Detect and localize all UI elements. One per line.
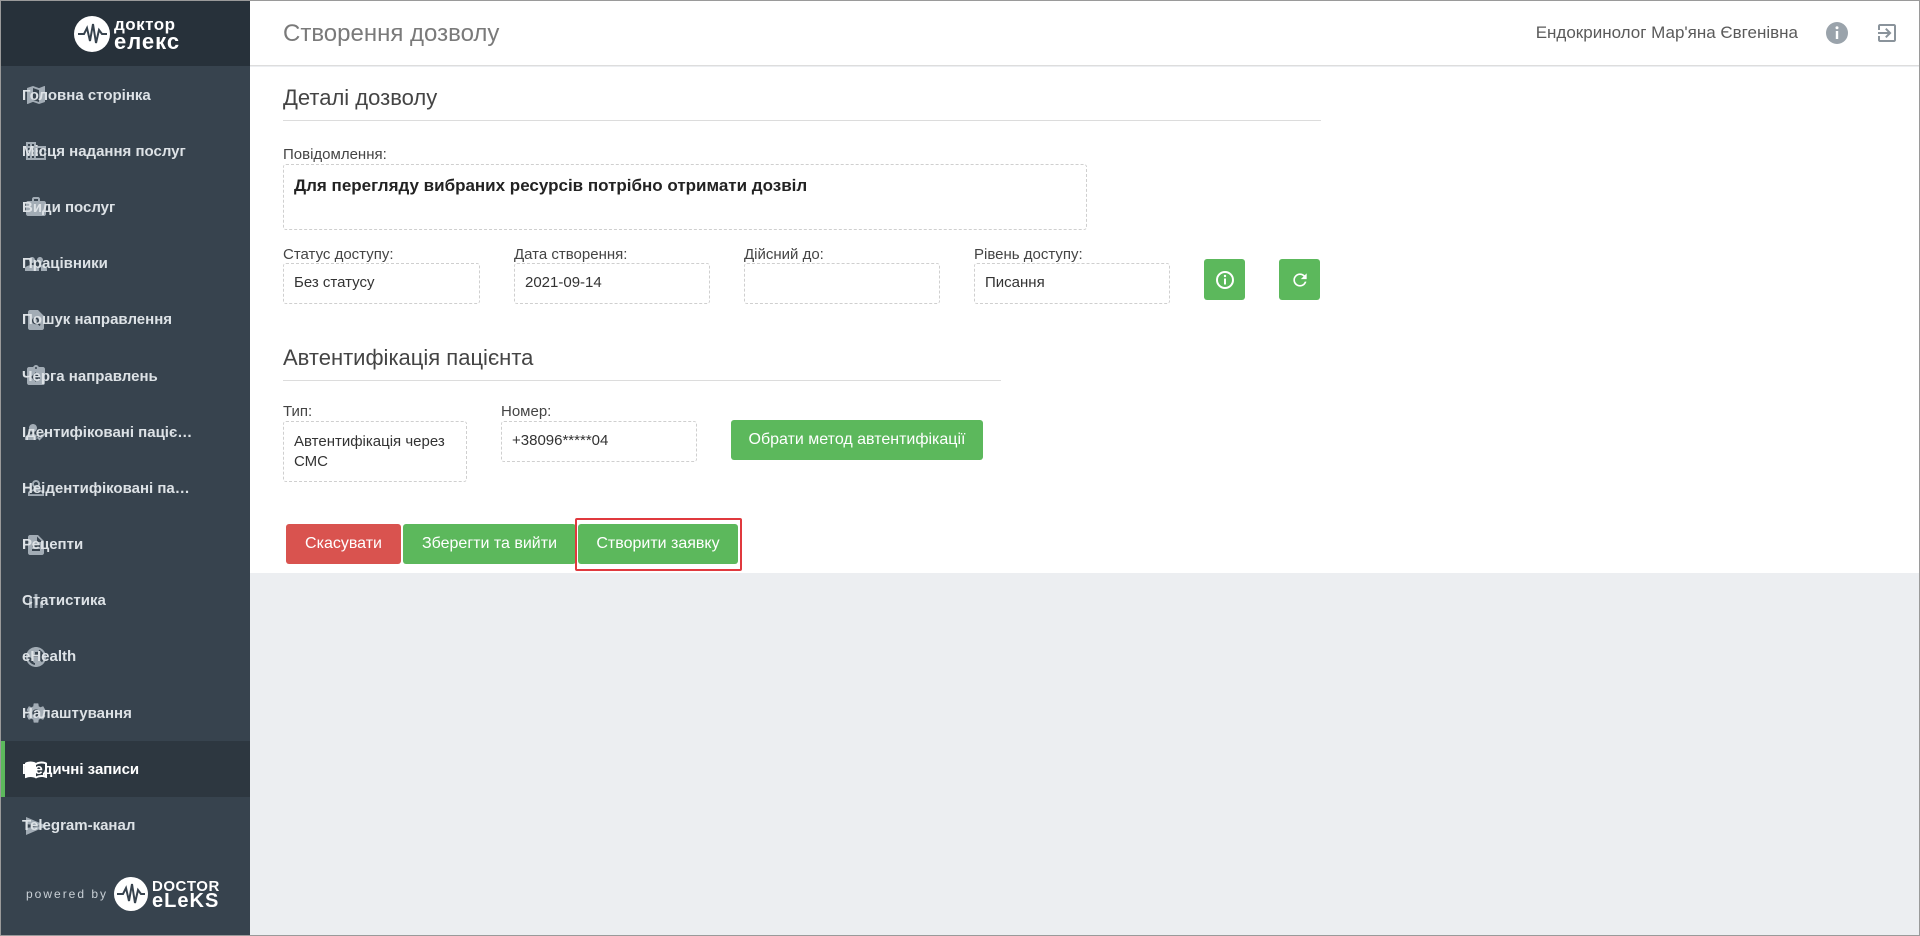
- save-and-exit-button[interactable]: Зберегти та вийти: [403, 524, 576, 564]
- info-icon[interactable]: [1823, 19, 1851, 47]
- sidebar-item-label: Рецепти: [22, 536, 84, 554]
- auth-section-title: Автентифікація пацієнта: [283, 345, 534, 370]
- logout-icon[interactable]: [1873, 19, 1901, 47]
- access-level-label: Рівень доступу:: [974, 246, 1083, 263]
- status-field[interactable]: Без статусу: [283, 263, 480, 304]
- main-content: Деталі дозволу Повідомлення: Для перегля…: [250, 67, 1919, 573]
- sidebar: доктор елекс Головна сторінка Місця нада…: [1, 1, 250, 935]
- page-title: Створення дозволу: [283, 20, 500, 47]
- logo[interactable]: доктор елекс: [1, 1, 250, 66]
- sidebar-item-label: Місця надання послуг: [22, 142, 186, 160]
- sidebar-item-settings[interactable]: Налаштування: [1, 685, 250, 741]
- sidebar-item-home[interactable]: Головна сторінка: [1, 67, 250, 123]
- logo-line-2: елекс: [114, 29, 181, 54]
- sidebar-item-label: Налаштування: [22, 704, 132, 722]
- footer-logo-text: DOCTOR eLeKS: [152, 879, 220, 912]
- sidebar-item-label: Черга направлень: [22, 367, 158, 385]
- sidebar-item-label: Telegram-канал: [22, 817, 136, 835]
- phone-number-field[interactable]: +38096*****04: [501, 421, 697, 462]
- sidebar-item-statistics[interactable]: Статистика: [1, 573, 250, 629]
- top-header: Створення дозволу Ендокринолог Мар'яна Є…: [250, 1, 1919, 66]
- message-field: Для перегляду вибраних ресурсів потрібно…: [283, 164, 1087, 230]
- phone-number-label: Номер:: [501, 403, 552, 420]
- info-circle-icon: [1215, 270, 1234, 289]
- sidebar-item-referral-search[interactable]: Пошук направлення: [1, 292, 250, 348]
- sidebar-item-label: Головна сторінка: [22, 86, 151, 104]
- footer-logo-line-2: eLeKS: [152, 890, 220, 912]
- sidebar-item-identified-patients[interactable]: Ідентифіковані пацієнти: [1, 404, 250, 460]
- sidebar-item-label: Працівники: [22, 255, 108, 273]
- sidebar-item-unidentified-patients[interactable]: Неідентифіковані пацієнти: [1, 460, 250, 516]
- sidebar-item-label: eHealth: [22, 648, 77, 666]
- sidebar-item-referral-queue[interactable]: Черга направлень: [1, 348, 250, 404]
- logo-mark-icon: [74, 16, 110, 52]
- info-button[interactable]: [1204, 259, 1245, 300]
- access-level-field[interactable]: Писання: [974, 263, 1170, 304]
- details-divider: [283, 120, 1321, 121]
- sidebar-item-label: Види послуг: [22, 198, 116, 216]
- sidebar-item-service-types[interactable]: Види послуг: [1, 179, 250, 235]
- choose-auth-method-button[interactable]: Обрати метод автентифікації: [731, 420, 983, 460]
- status-label: Статус доступу:: [283, 246, 394, 263]
- sidebar-item-label: Пошук направлення: [22, 311, 172, 329]
- created-date-label: Дата створення:: [514, 246, 628, 263]
- cancel-button[interactable]: Скасувати: [286, 524, 401, 564]
- created-date-field[interactable]: 2021-09-14: [514, 263, 710, 304]
- refresh-icon: [1292, 272, 1307, 287]
- message-label: Повідомлення:: [283, 146, 387, 163]
- logo-text: доктор елекс: [114, 16, 181, 54]
- sidebar-item-employees[interactable]: Працівники: [1, 236, 250, 292]
- auth-type-field[interactable]: Автентифікація через СМС: [283, 421, 467, 482]
- sidebar-item-ehealth[interactable]: eHealth: [1, 629, 250, 685]
- sidebar-item-label: Медичні записи: [22, 760, 140, 778]
- create-request-highlight: [575, 518, 742, 571]
- sidebar-nav: Головна сторінка Місця надання послуг Ви…: [1, 67, 250, 854]
- sidebar-item-label: Ідентифіковані пацієнти: [22, 423, 197, 441]
- sidebar-item-prescriptions[interactable]: Рецепти: [1, 517, 250, 573]
- footer-logo-icon: [114, 877, 149, 911]
- sidebar-item-service-places[interactable]: Місця надання послуг: [1, 123, 250, 179]
- sidebar-item-medical-records[interactable]: Медичні записи: [1, 741, 250, 798]
- valid-until-field[interactable]: [744, 263, 940, 304]
- user-name[interactable]: Ендокринолог Мар'яна Євгенівна: [1536, 23, 1798, 43]
- sidebar-item-label: Статистика: [22, 592, 106, 610]
- auth-type-label: Тип:: [283, 403, 313, 420]
- refresh-button[interactable]: [1279, 259, 1320, 300]
- sidebar-item-telegram[interactable]: Telegram-канал: [1, 797, 250, 853]
- valid-until-label: Дійсний до:: [744, 246, 824, 263]
- powered-by: powered by DOCTOR eLeKS: [26, 877, 220, 911]
- details-section-title: Деталі дозволу: [283, 85, 438, 110]
- auth-divider: [283, 380, 1001, 381]
- sidebar-item-label: Неідентифіковані пацієнти: [22, 479, 197, 497]
- powered-by-text: powered by: [26, 887, 109, 901]
